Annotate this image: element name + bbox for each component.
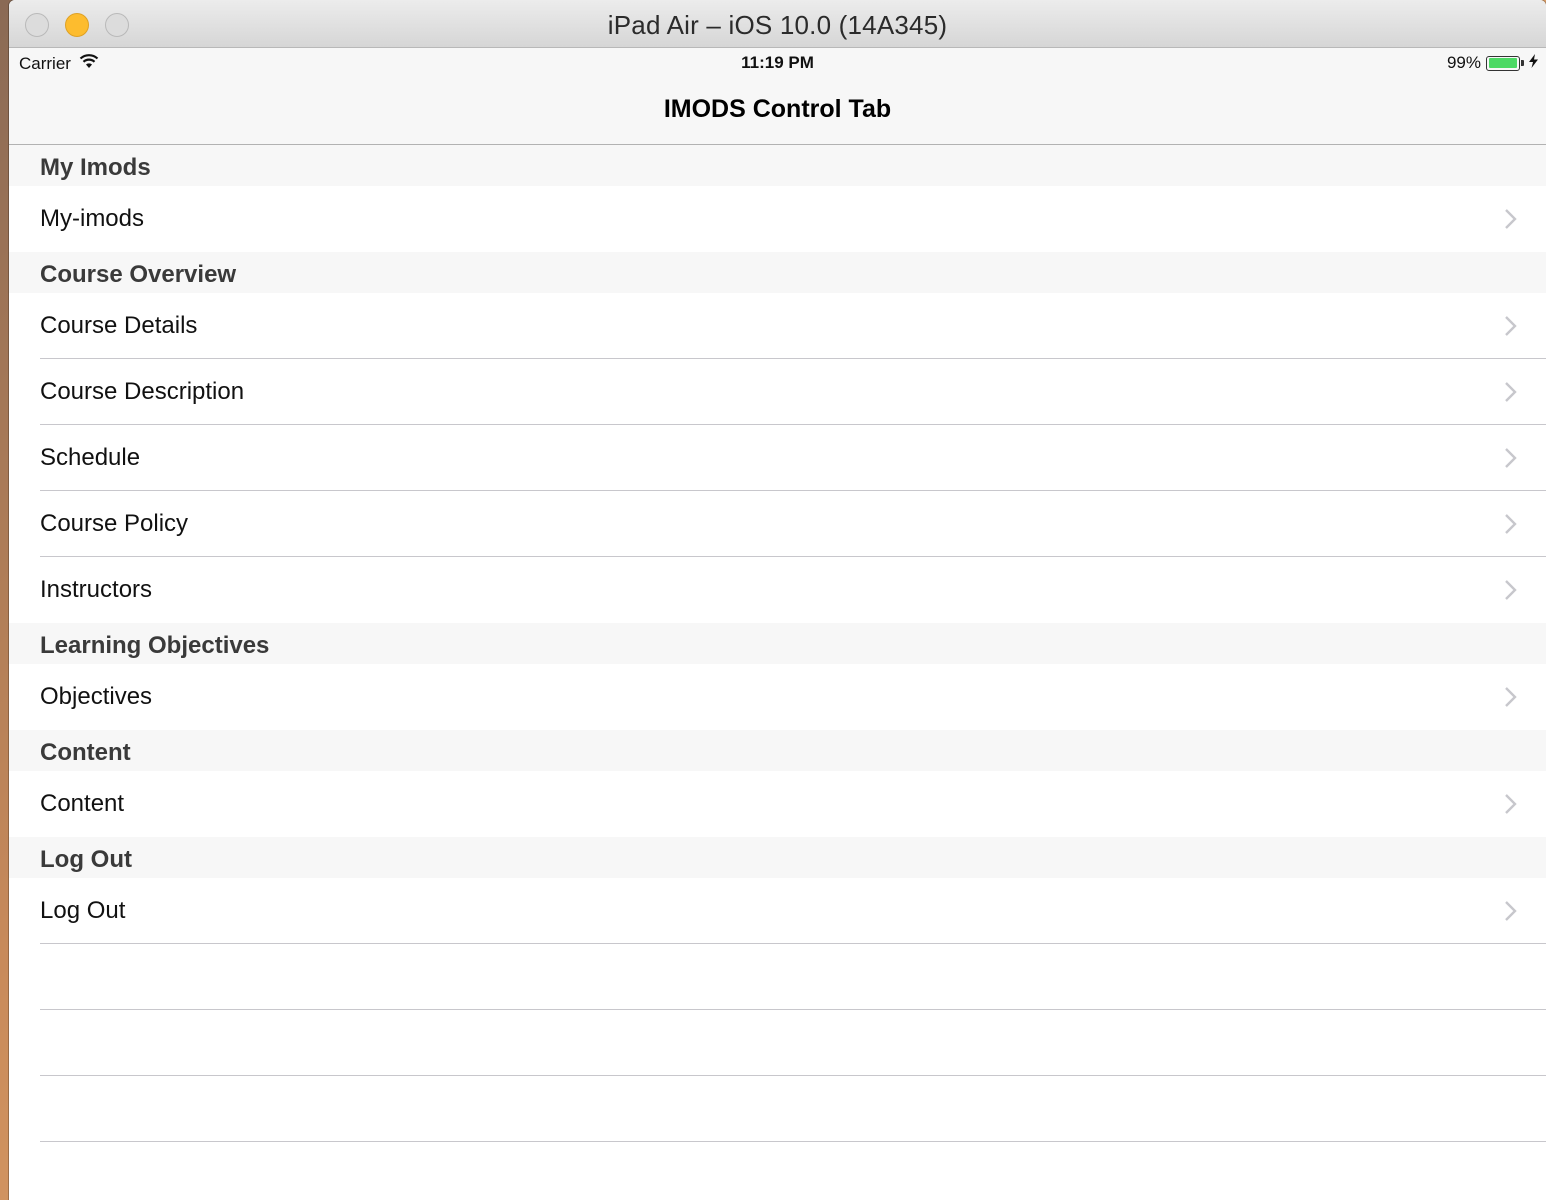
window-title: iPad Air – iOS 10.0 (14A345) bbox=[607, 10, 948, 40]
cell-course-details[interactable]: Course Details bbox=[9, 293, 1546, 359]
cell-instructors[interactable]: Instructors bbox=[9, 557, 1546, 623]
cell-label: Course Description bbox=[40, 377, 245, 405]
section-header-my-imods: My Imods bbox=[9, 145, 1546, 186]
empty-row bbox=[9, 1010, 1546, 1076]
battery-level bbox=[1488, 58, 1518, 68]
cell-label: Instructors bbox=[40, 575, 153, 603]
cell-label: Log Out bbox=[40, 896, 126, 924]
section-header-content: Content bbox=[9, 730, 1546, 771]
section-header-log-out: Log Out bbox=[9, 837, 1546, 878]
empty-row bbox=[9, 944, 1546, 1010]
chevron-right-icon bbox=[1504, 208, 1518, 237]
battery-icon bbox=[1486, 55, 1524, 71]
chevron-right-icon bbox=[1504, 900, 1518, 929]
cell-label: Schedule bbox=[40, 443, 141, 471]
status-bar: Carrier 11:19 PM 99% bbox=[9, 48, 1546, 78]
chevron-right-icon bbox=[1504, 579, 1518, 608]
nav-title: IMODS Control Tab bbox=[663, 94, 892, 123]
window-titlebar: iPad Air – iOS 10.0 (14A345) bbox=[9, 0, 1546, 48]
simulator-window: iPad Air – iOS 10.0 (14A345) Carrier 11:… bbox=[9, 0, 1546, 1200]
cell-course-description[interactable]: Course Description bbox=[9, 359, 1546, 425]
cell-label: Course Policy bbox=[40, 509, 189, 537]
empty-row bbox=[9, 1076, 1546, 1142]
battery-percent: 99% bbox=[1446, 53, 1481, 72]
cell-course-policy[interactable]: Course Policy bbox=[9, 491, 1546, 557]
cell-label: Content bbox=[40, 789, 125, 817]
cell-objectives[interactable]: Objectives bbox=[9, 664, 1546, 730]
navigation-bar: IMODS Control Tab bbox=[9, 78, 1546, 145]
chevron-right-icon bbox=[1504, 447, 1518, 476]
chevron-right-icon bbox=[1504, 513, 1518, 542]
section-header-course-overview: Course Overview bbox=[9, 252, 1546, 293]
control-table: My Imods My-imods Course Overview Course… bbox=[9, 145, 1546, 1142]
cell-label: Objectives bbox=[40, 682, 153, 710]
status-time: 11:19 PM bbox=[741, 53, 814, 72]
cell-label: Course Details bbox=[40, 311, 198, 339]
chevron-right-icon bbox=[1504, 315, 1518, 344]
status-right: 99% bbox=[1447, 53, 1538, 73]
chevron-right-icon bbox=[1504, 381, 1518, 410]
cell-label: My-imods bbox=[40, 204, 145, 232]
device-screen: Carrier 11:19 PM 99% IMODS Control Tab M… bbox=[9, 48, 1546, 1200]
section-header-learning-objectives: Learning Objectives bbox=[9, 623, 1546, 664]
chevron-right-icon bbox=[1504, 793, 1518, 822]
cell-my-imods[interactable]: My-imods bbox=[9, 186, 1546, 252]
cell-content[interactable]: Content bbox=[9, 771, 1546, 837]
chevron-right-icon bbox=[1504, 686, 1518, 715]
cell-log-out[interactable]: Log Out bbox=[9, 878, 1546, 944]
bolt-icon bbox=[1529, 53, 1538, 73]
cell-schedule[interactable]: Schedule bbox=[9, 425, 1546, 491]
